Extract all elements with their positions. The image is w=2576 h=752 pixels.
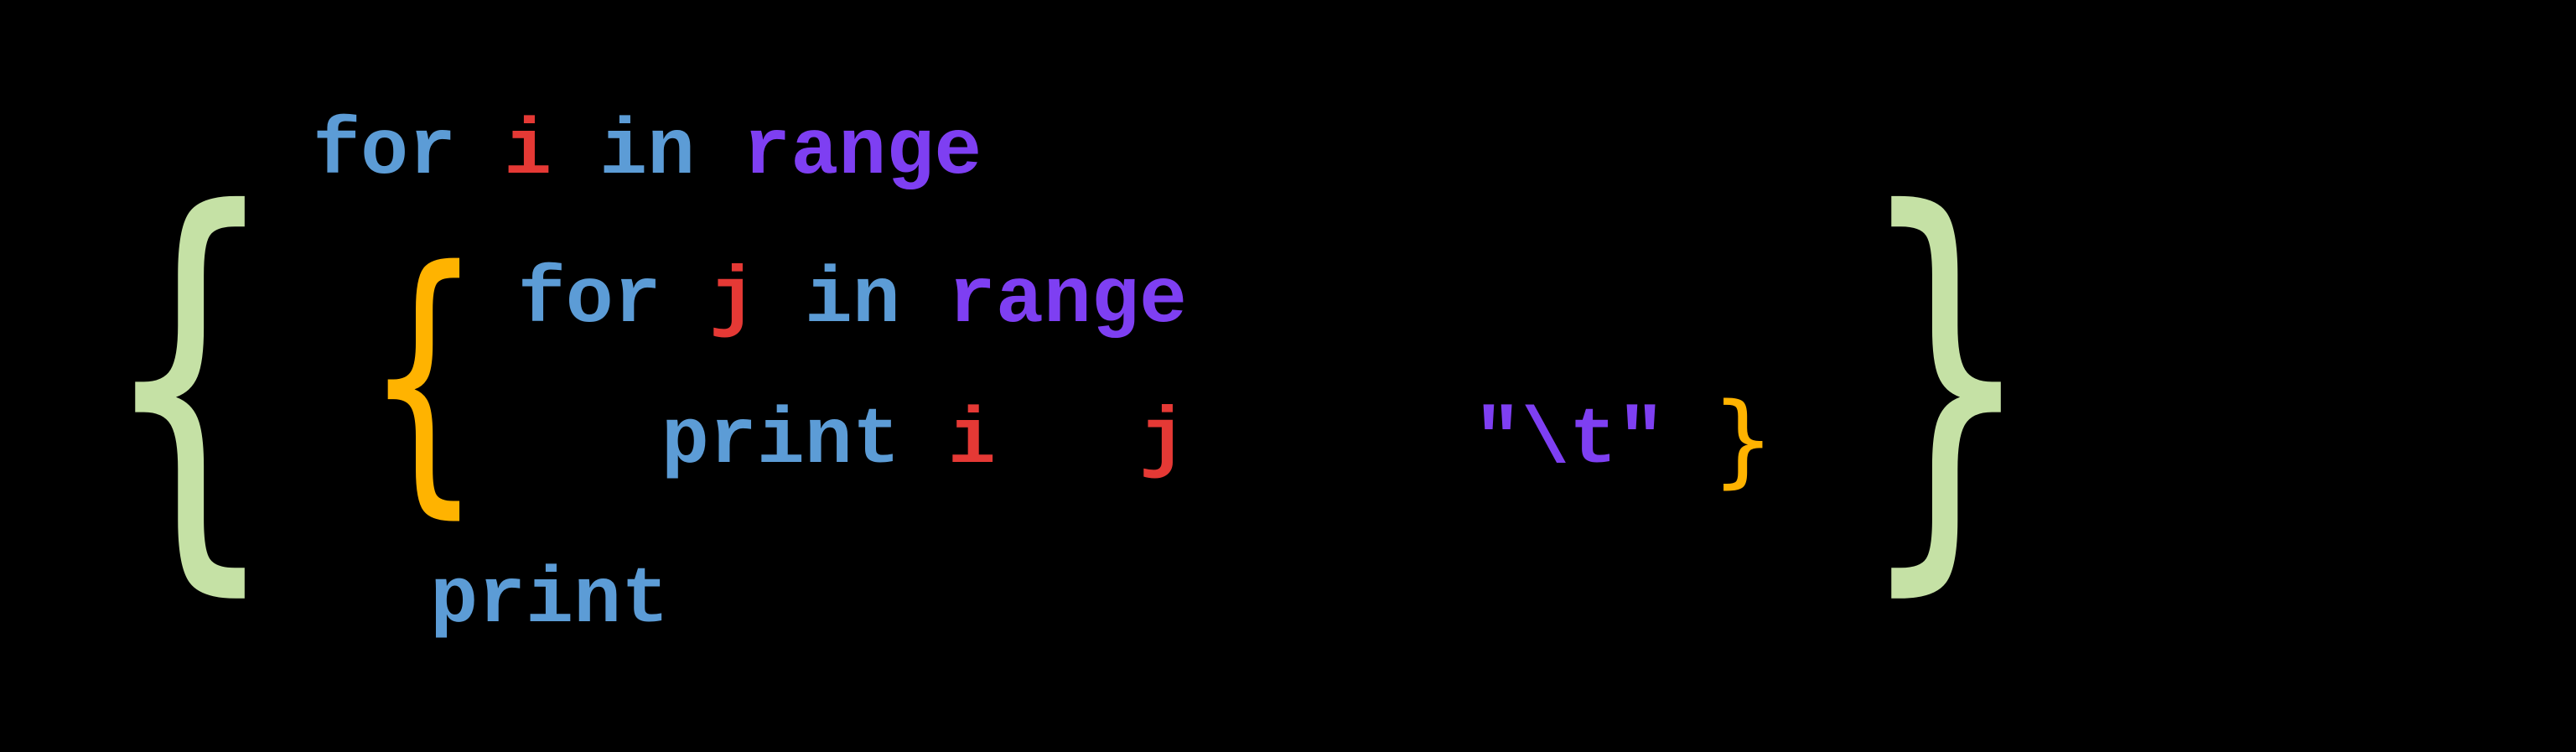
variable-j: j <box>709 261 757 340</box>
keyword-in: in <box>599 112 695 192</box>
variable-i: i <box>504 112 552 192</box>
keyword-for: for <box>518 261 661 340</box>
code-line-outer-for: for i in range <box>313 112 1798 192</box>
outer-brace-left-icon: { <box>105 158 276 594</box>
variable-i: i <box>948 402 996 481</box>
code-line-print-ij: print i j "\t" } <box>518 391 1774 491</box>
code-diagram: { for i in range { for j in range print … <box>84 112 2052 640</box>
inner-block-body: for j in range print i j "\t" } <box>493 261 1799 491</box>
keyword-in: in <box>805 261 900 340</box>
function-range: range <box>743 112 982 192</box>
function-print: print <box>430 561 669 640</box>
code-line-print: print <box>430 561 1798 640</box>
string-literal: "\t" <box>1474 402 1665 481</box>
code-line-inner-for: for j in range <box>518 261 1774 340</box>
inner-brace-right-icon: } <box>1713 391 1773 491</box>
function-range: range <box>948 261 1187 340</box>
outer-brace-right-icon: } <box>1861 158 2032 594</box>
keyword-for: for <box>313 112 456 192</box>
code-body: for i in range { for j in range print i … <box>296 112 1815 640</box>
inner-brace-left-icon: { <box>368 234 479 519</box>
inner-block: { for j in range print i j "\t" } <box>355 234 1798 519</box>
variable-j: j <box>1139 402 1187 481</box>
function-print: print <box>661 402 900 481</box>
